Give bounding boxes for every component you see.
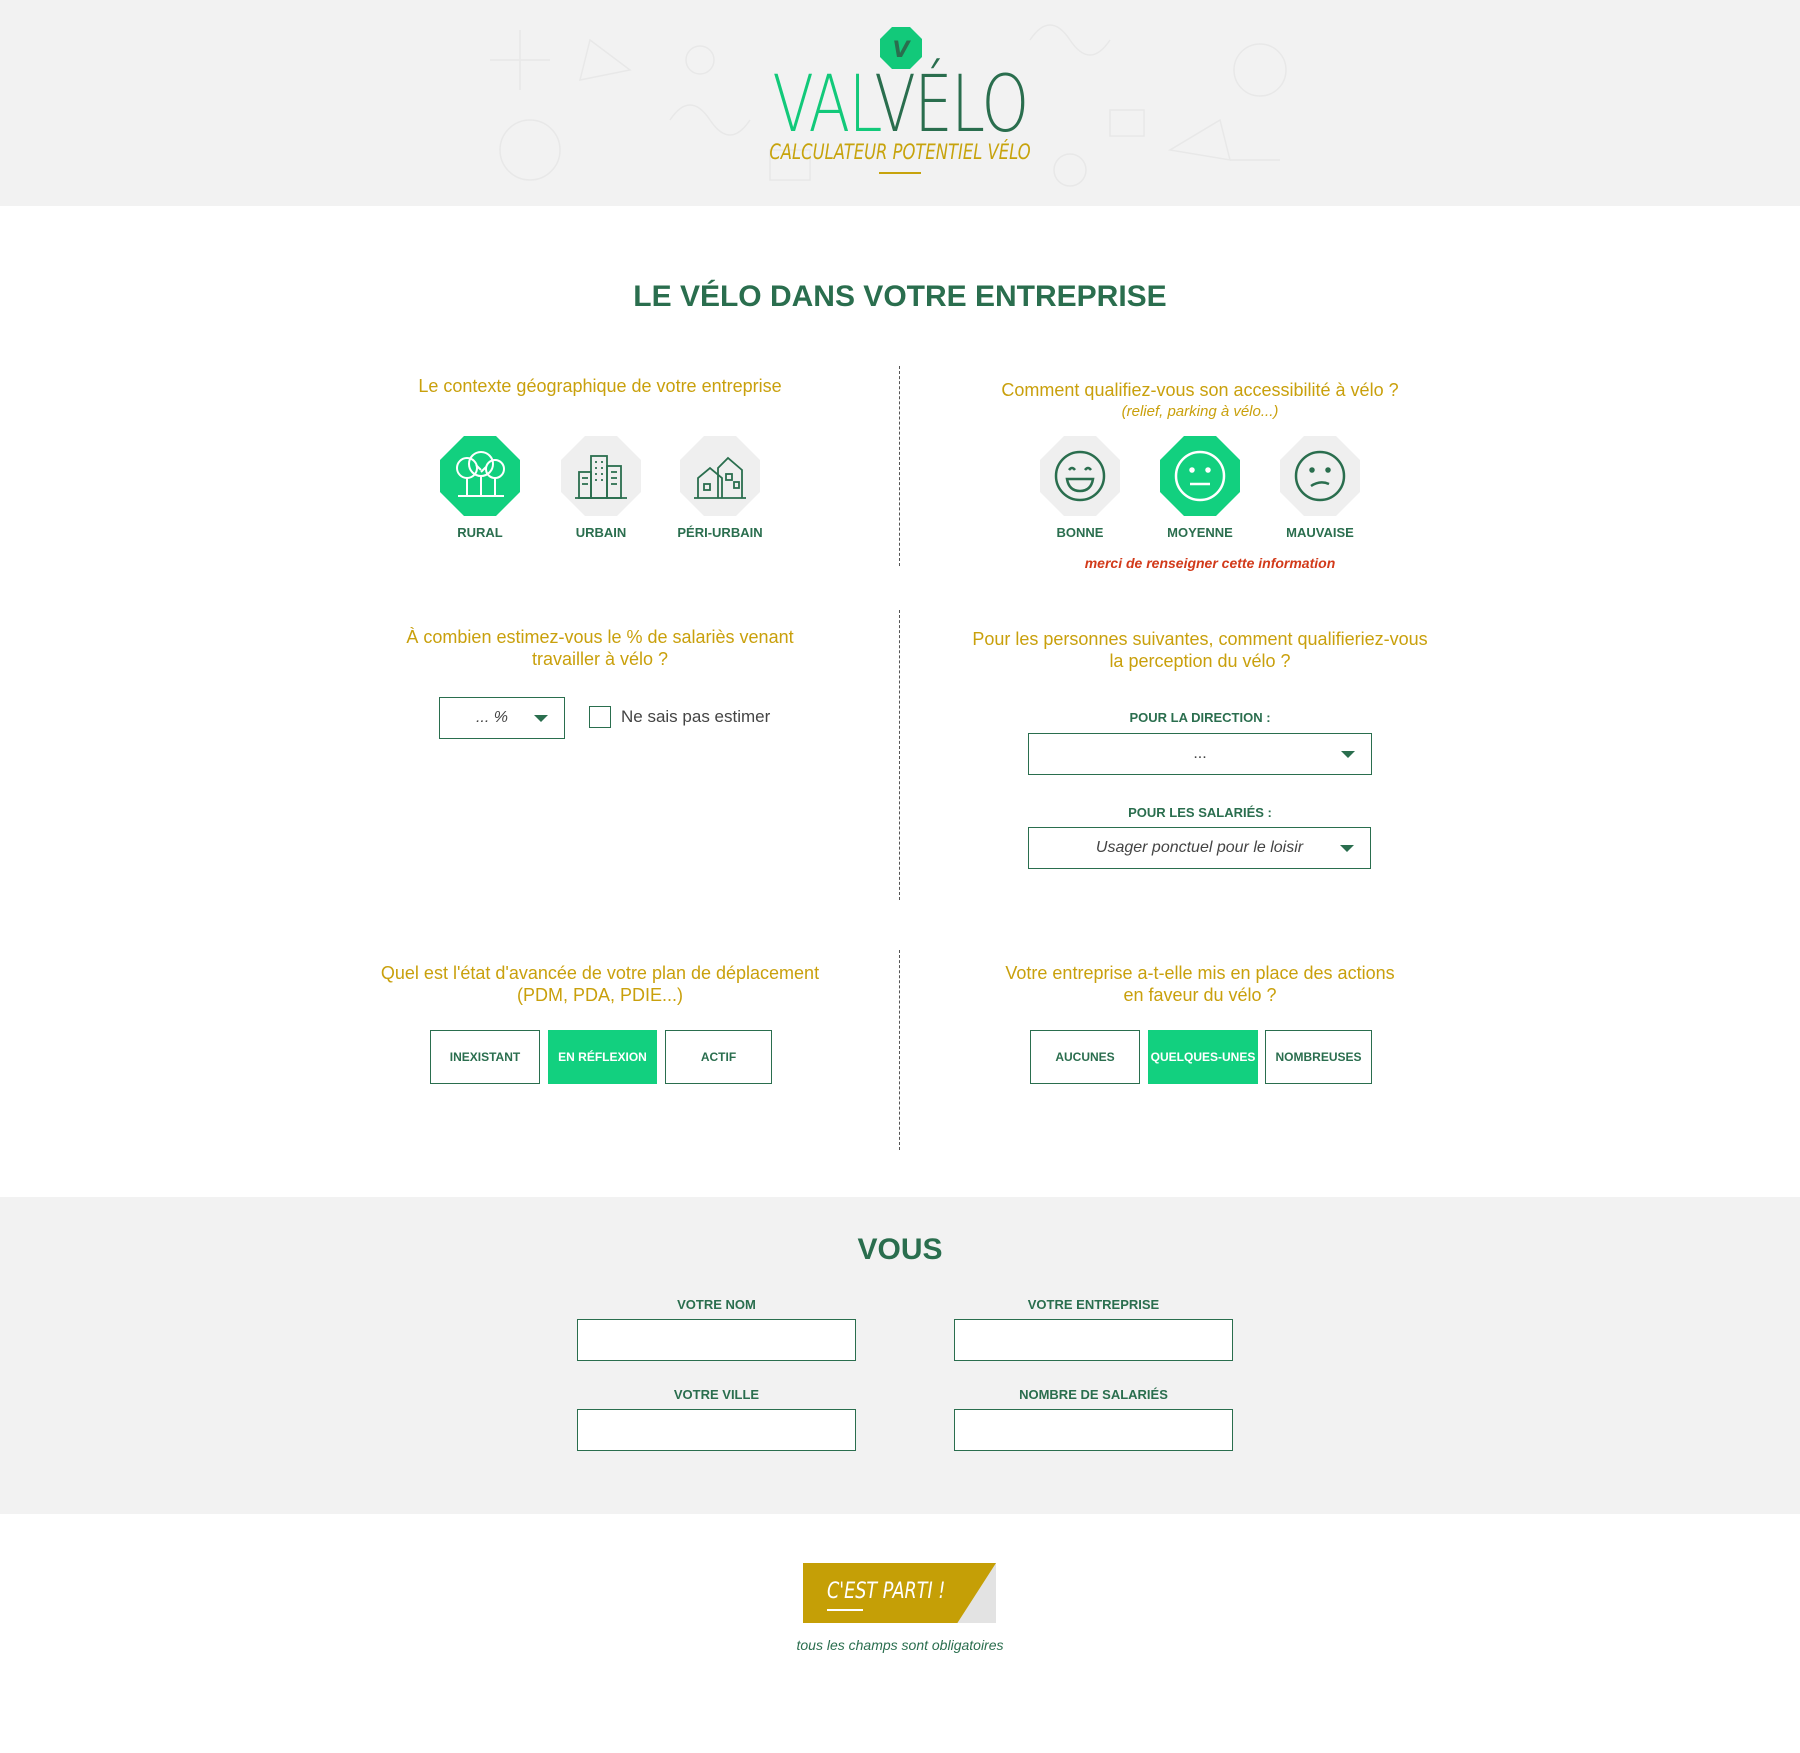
plan-option-en-reflexion[interactable]: EN RÉFLEXION	[548, 1030, 657, 1084]
actions-question-line1: Votre entreprise a-t-elle mis en place d…	[1005, 963, 1395, 983]
actions-question: Votre entreprise a-t-elle mis en place d…	[950, 962, 1450, 1006]
salaries-count-input[interactable]	[954, 1409, 1233, 1451]
percent-question-line2: travailler à vélo ?	[531, 649, 669, 669]
salaries-count-label: NOMBRE DE SALARIÉS	[1019, 1387, 1168, 1402]
entreprise-input[interactable]	[954, 1319, 1233, 1361]
direction-select-value: ...	[1193, 745, 1207, 762]
nom-label: VOTRE NOM	[677, 1297, 756, 1312]
access-option-bonne[interactable]: BONNE	[1030, 436, 1130, 540]
dont-know-checkbox[interactable]	[589, 706, 611, 728]
geo-option-label: PÉRI-URBAIN	[677, 525, 763, 540]
city-buildings-icon	[575, 455, 627, 499]
logo-underline	[879, 172, 921, 174]
geo-option-label: RURAL	[457, 525, 503, 540]
chevron-down-icon	[1341, 751, 1355, 758]
submit-button-label: C'EST PARTI !	[827, 1579, 946, 1604]
access-option-moyenne[interactable]: MOYENNE	[1150, 436, 1250, 540]
plan-option-actif[interactable]: ACTIF	[665, 1030, 772, 1084]
plan-question-line2: (PDM, PDA, PDIE...)	[516, 985, 684, 1005]
dont-know-label: Ne sais pas estimer	[621, 707, 771, 726]
actions-option-quelques-unes[interactable]: QUELQUES-UNES	[1148, 1030, 1258, 1084]
plan-question-line1: Quel est l'état d'avancée de votre plan …	[380, 963, 820, 983]
logo-title: VALVÉLO	[198, 60, 1602, 150]
neutral-face-icon	[1174, 450, 1226, 502]
percent-select[interactable]: ... %	[439, 697, 565, 739]
actions-option-nombreuses[interactable]: NOMBREUSES	[1265, 1030, 1372, 1084]
submit-button[interactable]: C'EST PARTI !	[803, 1563, 996, 1623]
access-option-label: BONNE	[1056, 525, 1104, 540]
logo-subtitle: CALCULATEUR POTENTIEL VÉLO	[769, 140, 1031, 164]
plan-option-inexistant[interactable]: INEXISTANT	[430, 1030, 540, 1084]
geo-question: Le contexte géographique de votre entrep…	[418, 376, 782, 396]
perception-question-line2: la perception du vélo ?	[1109, 651, 1291, 671]
submit-button-underline	[827, 1609, 863, 1611]
section-title-vous: VOUS	[857, 1233, 943, 1266]
percent-select-value: ... %	[475, 709, 508, 726]
percent-question-line1: À combien estimez-vous le % de salariès …	[406, 627, 794, 647]
geo-option-periurbain[interactable]: PÉRI-URBAIN	[670, 436, 770, 540]
access-option-label: MOYENNE	[1167, 525, 1233, 540]
salaries-perception-label: POUR LES SALARIÉS :	[1128, 805, 1272, 820]
ville-label: VOTRE VILLE	[673, 1387, 760, 1402]
direction-label: POUR LA DIRECTION :	[1129, 710, 1271, 725]
header-banner: V VALVÉLO CALCULATEUR POTENTIEL VÉLO	[0, 0, 1800, 206]
column-separator	[899, 366, 900, 566]
accessibility-question: Comment qualifiez-vous son accessibilité…	[960, 379, 1440, 423]
geo-option-urbain[interactable]: URBAIN	[551, 436, 651, 540]
sad-face-icon	[1294, 450, 1346, 502]
entreprise-label: VOTRE ENTREPRISE	[1027, 1297, 1160, 1312]
actions-question-line2: en faveur du vélo ?	[1123, 985, 1277, 1005]
geo-option-rural[interactable]: RURAL	[430, 436, 530, 540]
accessibility-warning: merci de renseigner cette information	[1084, 555, 1336, 571]
perception-question: Pour les personnes suivantes, comment qu…	[930, 628, 1470, 672]
column-separator	[899, 610, 900, 900]
trees-icon	[456, 451, 505, 497]
access-option-label: MAUVAISE	[1286, 525, 1354, 540]
dont-know-checkbox-row[interactable]: Ne sais pas estimer	[589, 706, 770, 728]
percent-question: À combien estimez-vous le % de salariès …	[360, 626, 840, 670]
suburban-houses-icon	[694, 456, 746, 499]
section-title-entreprise: LE VÉLO DANS VOTRE ENTREPRISE	[633, 280, 1167, 313]
accessibility-hint: (relief, parking à vélo...)	[1121, 403, 1279, 420]
logo-velo: VÉLO	[874, 60, 1029, 150]
nom-input[interactable]	[577, 1319, 856, 1361]
column-separator	[899, 950, 900, 1150]
chevron-down-icon	[534, 715, 548, 722]
perception-question-line1: Pour les personnes suivantes, comment qu…	[972, 629, 1428, 649]
ville-input[interactable]	[577, 1409, 856, 1451]
salaries-select-value: Usager ponctuel pour le loisir	[1095, 839, 1304, 856]
access-option-mauvaise[interactable]: MAUVAISE	[1270, 436, 1370, 540]
salaries-perception-select[interactable]: Usager ponctuel pour le loisir	[1028, 827, 1371, 869]
plan-question: Quel est l'état d'avancée de votre plan …	[350, 962, 850, 1006]
actions-option-aucunes[interactable]: AUCUNES	[1030, 1030, 1140, 1084]
happy-face-icon	[1054, 450, 1106, 502]
mandatory-note: tous les champs sont obligatoires	[796, 1637, 1004, 1653]
accessibility-question-text: Comment qualifiez-vous son accessibilité…	[1001, 380, 1399, 400]
logo-val: VAL	[772, 60, 875, 150]
geo-option-label: URBAIN	[575, 525, 627, 540]
direction-select[interactable]: ...	[1028, 733, 1372, 775]
chevron-down-icon	[1340, 845, 1354, 852]
